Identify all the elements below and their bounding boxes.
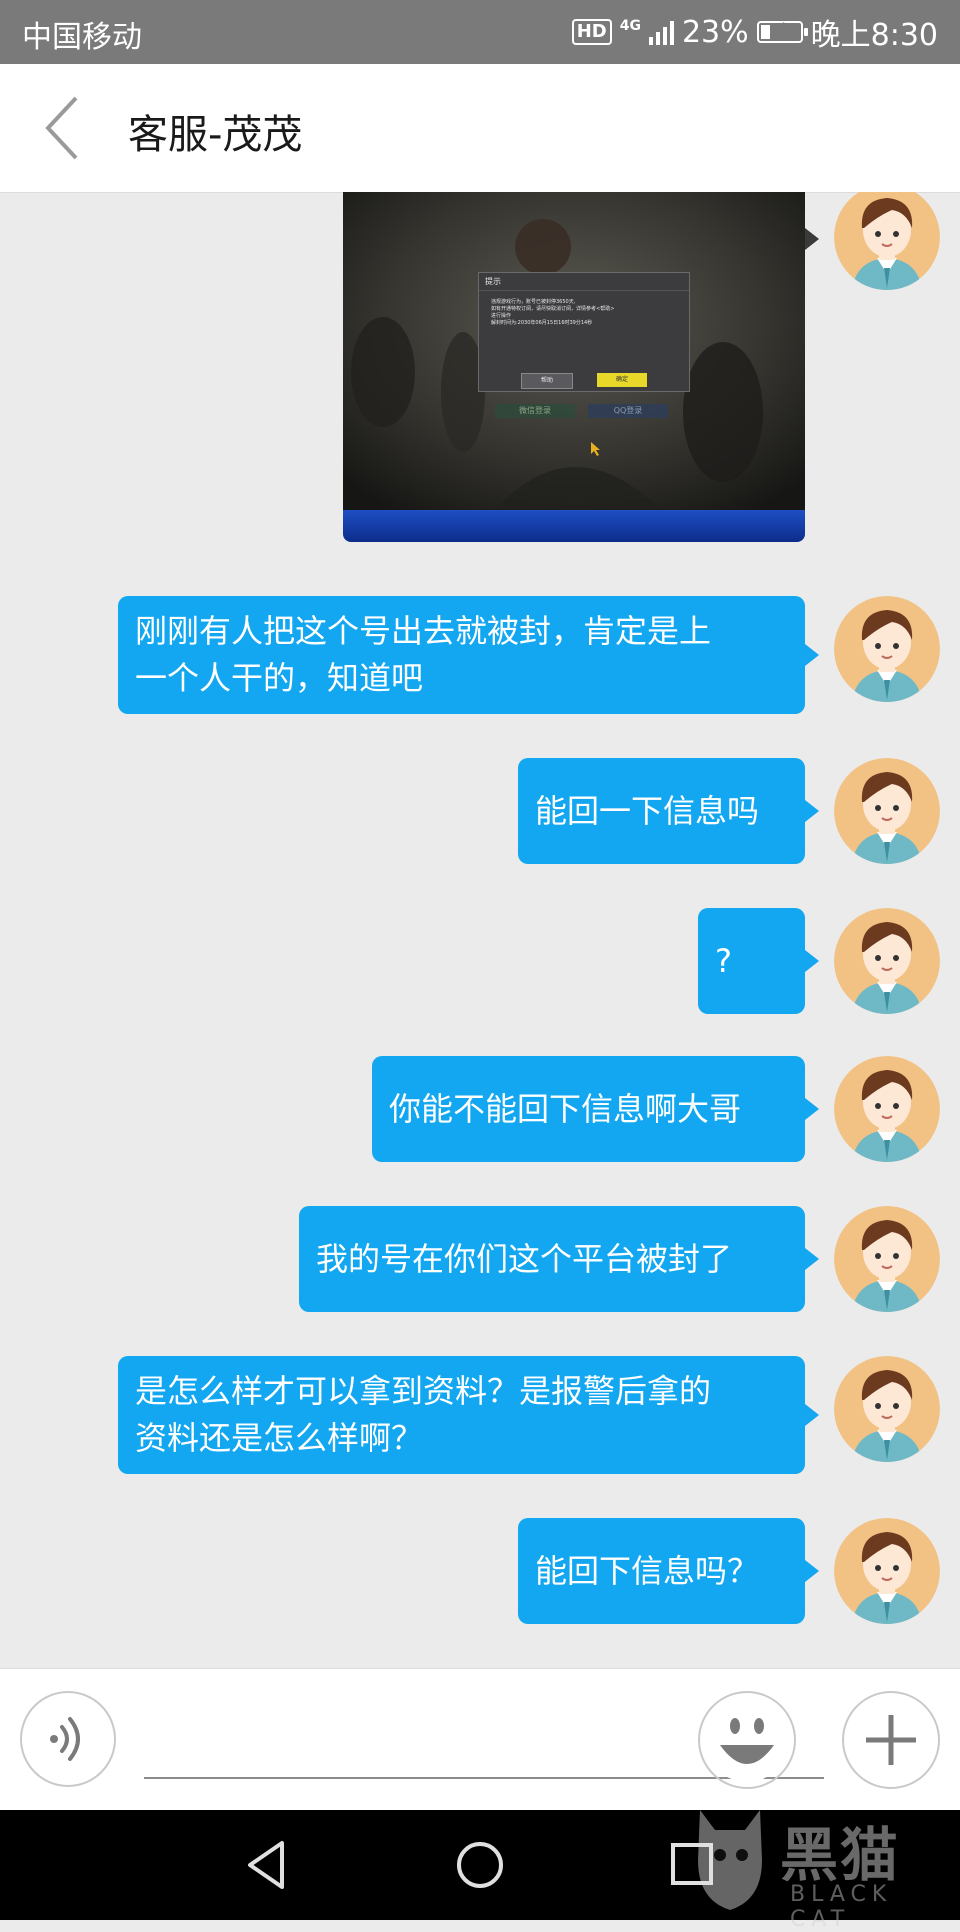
message-text: 是怎么样才可以拿到资料？是报警后拿的 资料还是怎么样啊？ [135, 1368, 711, 1462]
message-bubble[interactable]: ? [698, 908, 819, 1014]
avatar-image [834, 908, 940, 1014]
image-message[interactable]: 提示 违规游戏行为，账号已被封停3650天, 如有开通特权订阅，请尽快取消订阅，… [343, 192, 805, 542]
nav-home-button[interactable] [450, 1835, 510, 1895]
nav-back-button[interactable] [238, 1835, 298, 1895]
dialog-line: 进行操作 [491, 313, 512, 319]
clock: 晚上8:30 [810, 18, 938, 53]
cursor-icon [591, 442, 600, 456]
status-bar: 中国移动 HD 4G 23% ⚡ 晚上8:30 [0, 0, 960, 64]
avatar[interactable] [834, 1356, 940, 1462]
emoji-button[interactable] [698, 1691, 796, 1789]
chevron-left-icon [45, 96, 78, 160]
chat-header: 客服-茂茂 [0, 64, 960, 193]
message-text: 我的号在你们这个平台被封了 [316, 1239, 733, 1278]
back-button[interactable] [36, 92, 92, 164]
message-text: 能回下信息吗？ [535, 1551, 760, 1590]
watermark-text: 黑猫 [780, 1821, 901, 1889]
plus-icon [866, 1715, 916, 1765]
avatar[interactable] [834, 596, 940, 702]
message-text: ? [715, 941, 732, 980]
message-line: 一个人干的，知道吧 [135, 659, 424, 697]
message-bubble[interactable]: 我的号在你们这个平台被封了 [299, 1206, 819, 1312]
dialog-line: 解封时间为:2030年06月15日16时39分14秒 [491, 320, 593, 326]
message-list[interactable]: 提示 违规游戏行为，账号已被封停3650天, 如有开通特权订阅，请尽快取消订阅，… [0, 192, 960, 1668]
dialog-ok-button: 确定 [597, 373, 647, 387]
qq-login-button: QQ登录 [588, 404, 668, 418]
message-bubble[interactable]: 是怎么样才可以拿到资料？是报警后拿的 资料还是怎么样啊？ [118, 1356, 819, 1474]
signal-icon [648, 19, 674, 45]
avatar-image [834, 1206, 940, 1312]
dialog-title: 提示 [479, 273, 689, 291]
status-indicators: HD 4G 23% ⚡ 晚上8:30 [571, 10, 938, 54]
wechat-login-button: 微信登录 [495, 404, 575, 418]
circle-home-icon [457, 1842, 503, 1888]
avatar-image [834, 758, 940, 864]
cat-logo-icon [698, 1810, 762, 1910]
avatar[interactable] [834, 1518, 940, 1624]
dialog-line: 违规游戏行为，账号已被封停3650天, [491, 299, 576, 305]
triangle-back-icon [248, 1841, 284, 1889]
bubble-pointer [805, 228, 819, 250]
avatar[interactable] [834, 1206, 940, 1312]
charging-icon: ⚡ [773, 19, 786, 40]
message-text: 能回一下信息吗 [535, 791, 760, 830]
avatar-image [834, 1518, 940, 1624]
avatar-image [834, 1356, 940, 1462]
avatar[interactable] [834, 758, 940, 864]
message-text: 你能不能回下信息啊大哥 [389, 1089, 742, 1128]
game-ban-dialog: 提示 违规游戏行为，账号已被封停3650天, 如有开通特权订阅，请尽快取消订阅，… [478, 272, 690, 392]
message-line: 资料还是怎么样啊？ [135, 1419, 424, 1457]
message-line: 刚刚有人把这个号出去就被封，肯定是上 [135, 612, 712, 650]
voice-icon [50, 1717, 80, 1761]
message-text: 刚刚有人把这个号出去就被封，肯定是上 一个人干的，知道吧 [135, 608, 711, 702]
avatar-image [834, 1056, 940, 1162]
network-type-icon: 4G [619, 18, 641, 34]
battery-icon: ⚡ [756, 19, 808, 43]
dialog-line: 如有开通特权订阅，请尽快取消订阅，详情参考<帮助> [491, 306, 615, 312]
watermark: 黑猫 BLACK CAT [690, 1790, 960, 1932]
watermark-subtext: BLACK CAT [790, 1882, 893, 1932]
avatar[interactable] [834, 1056, 940, 1162]
chat-title: 客服-茂茂 [128, 112, 303, 158]
carrier-name: 中国移动 [22, 20, 142, 55]
avatar-image [834, 192, 940, 290]
avatar-image [834, 596, 940, 702]
hd-icon: HD [571, 19, 612, 45]
message-line: 是怎么样才可以拿到资料？是报警后拿的 [135, 1372, 712, 1410]
battery-percent: 23% [681, 14, 749, 50]
message-bubble[interactable]: 刚刚有人把这个号出去就被封，肯定是上 一个人干的，知道吧 [118, 596, 819, 714]
add-button[interactable] [842, 1691, 940, 1789]
message-bubble[interactable]: 能回一下信息吗 [518, 758, 819, 864]
message-bubble[interactable]: 能回下信息吗？ [518, 1518, 819, 1624]
dialog-help-button: 帮助 [521, 373, 573, 389]
voice-button[interactable] [20, 1691, 116, 1787]
avatar[interactable] [834, 908, 940, 1014]
avatar[interactable] [834, 192, 940, 290]
smiley-icon [705, 1698, 789, 1782]
message-bubble[interactable]: 你能不能回下信息啊大哥 [372, 1056, 819, 1162]
